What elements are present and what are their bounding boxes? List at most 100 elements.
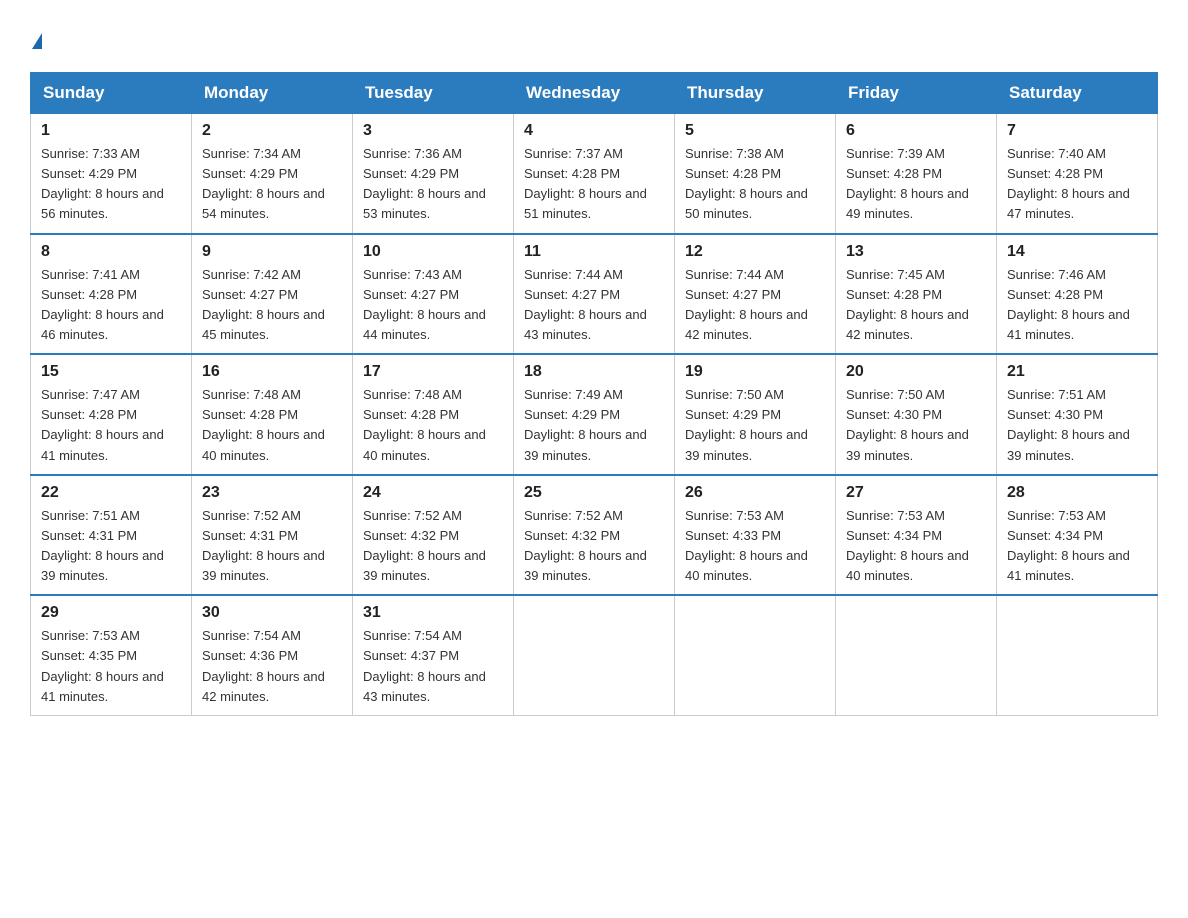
day-info: Sunrise: 7:51 AMSunset: 4:30 PMDaylight:… [1007, 385, 1147, 466]
calendar-cell [514, 595, 675, 715]
calendar-cell: 9 Sunrise: 7:42 AMSunset: 4:27 PMDayligh… [192, 234, 353, 355]
calendar-cell: 31 Sunrise: 7:54 AMSunset: 4:37 PMDaylig… [353, 595, 514, 715]
day-number: 1 [41, 122, 181, 140]
calendar-week-4: 22 Sunrise: 7:51 AMSunset: 4:31 PMDaylig… [31, 475, 1158, 596]
calendar-cell: 12 Sunrise: 7:44 AMSunset: 4:27 PMDaylig… [675, 234, 836, 355]
calendar-cell: 18 Sunrise: 7:49 AMSunset: 4:29 PMDaylig… [514, 354, 675, 475]
header-thursday: Thursday [675, 73, 836, 114]
day-number: 11 [524, 243, 664, 261]
calendar-header-row: SundayMondayTuesdayWednesdayThursdayFrid… [31, 73, 1158, 114]
day-number: 22 [41, 484, 181, 502]
day-info: Sunrise: 7:37 AMSunset: 4:28 PMDaylight:… [524, 144, 664, 225]
day-number: 2 [202, 122, 342, 140]
header-wednesday: Wednesday [514, 73, 675, 114]
day-info: Sunrise: 7:53 AMSunset: 4:34 PMDaylight:… [846, 506, 986, 587]
day-number: 10 [363, 243, 503, 261]
calendar-cell: 29 Sunrise: 7:53 AMSunset: 4:35 PMDaylig… [31, 595, 192, 715]
day-number: 7 [1007, 122, 1147, 140]
day-info: Sunrise: 7:53 AMSunset: 4:34 PMDaylight:… [1007, 506, 1147, 587]
day-number: 15 [41, 363, 181, 381]
day-number: 17 [363, 363, 503, 381]
calendar-cell: 14 Sunrise: 7:46 AMSunset: 4:28 PMDaylig… [997, 234, 1158, 355]
day-number: 27 [846, 484, 986, 502]
day-number: 20 [846, 363, 986, 381]
header-sunday: Sunday [31, 73, 192, 114]
day-number: 12 [685, 243, 825, 261]
day-info: Sunrise: 7:39 AMSunset: 4:28 PMDaylight:… [846, 144, 986, 225]
day-info: Sunrise: 7:52 AMSunset: 4:32 PMDaylight:… [524, 506, 664, 587]
calendar-cell: 20 Sunrise: 7:50 AMSunset: 4:30 PMDaylig… [836, 354, 997, 475]
logo [30, 20, 42, 52]
day-info: Sunrise: 7:34 AMSunset: 4:29 PMDaylight:… [202, 144, 342, 225]
day-info: Sunrise: 7:49 AMSunset: 4:29 PMDaylight:… [524, 385, 664, 466]
calendar-cell: 16 Sunrise: 7:48 AMSunset: 4:28 PMDaylig… [192, 354, 353, 475]
day-number: 5 [685, 122, 825, 140]
day-info: Sunrise: 7:48 AMSunset: 4:28 PMDaylight:… [202, 385, 342, 466]
day-info: Sunrise: 7:54 AMSunset: 4:37 PMDaylight:… [363, 626, 503, 707]
day-number: 24 [363, 484, 503, 502]
day-info: Sunrise: 7:53 AMSunset: 4:33 PMDaylight:… [685, 506, 825, 587]
day-number: 26 [685, 484, 825, 502]
day-info: Sunrise: 7:47 AMSunset: 4:28 PMDaylight:… [41, 385, 181, 466]
calendar-cell: 21 Sunrise: 7:51 AMSunset: 4:30 PMDaylig… [997, 354, 1158, 475]
calendar-cell: 25 Sunrise: 7:52 AMSunset: 4:32 PMDaylig… [514, 475, 675, 596]
calendar-week-1: 1 Sunrise: 7:33 AMSunset: 4:29 PMDayligh… [31, 114, 1158, 234]
calendar-cell: 13 Sunrise: 7:45 AMSunset: 4:28 PMDaylig… [836, 234, 997, 355]
header-saturday: Saturday [997, 73, 1158, 114]
day-info: Sunrise: 7:52 AMSunset: 4:32 PMDaylight:… [363, 506, 503, 587]
header-friday: Friday [836, 73, 997, 114]
calendar-cell [997, 595, 1158, 715]
calendar-cell: 26 Sunrise: 7:53 AMSunset: 4:33 PMDaylig… [675, 475, 836, 596]
header-tuesday: Tuesday [353, 73, 514, 114]
calendar-cell: 5 Sunrise: 7:38 AMSunset: 4:28 PMDayligh… [675, 114, 836, 234]
day-info: Sunrise: 7:48 AMSunset: 4:28 PMDaylight:… [363, 385, 503, 466]
calendar-cell: 3 Sunrise: 7:36 AMSunset: 4:29 PMDayligh… [353, 114, 514, 234]
day-number: 6 [846, 122, 986, 140]
calendar-cell: 19 Sunrise: 7:50 AMSunset: 4:29 PMDaylig… [675, 354, 836, 475]
day-number: 31 [363, 604, 503, 622]
day-number: 14 [1007, 243, 1147, 261]
calendar-table: SundayMondayTuesdayWednesdayThursdayFrid… [30, 72, 1158, 716]
day-number: 16 [202, 363, 342, 381]
day-info: Sunrise: 7:45 AMSunset: 4:28 PMDaylight:… [846, 265, 986, 346]
day-info: Sunrise: 7:41 AMSunset: 4:28 PMDaylight:… [41, 265, 181, 346]
day-info: Sunrise: 7:51 AMSunset: 4:31 PMDaylight:… [41, 506, 181, 587]
day-number: 30 [202, 604, 342, 622]
day-info: Sunrise: 7:36 AMSunset: 4:29 PMDaylight:… [363, 144, 503, 225]
logo-row1 [30, 20, 42, 52]
calendar-cell: 15 Sunrise: 7:47 AMSunset: 4:28 PMDaylig… [31, 354, 192, 475]
page-header [30, 20, 1158, 52]
day-number: 23 [202, 484, 342, 502]
day-info: Sunrise: 7:42 AMSunset: 4:27 PMDaylight:… [202, 265, 342, 346]
calendar-week-5: 29 Sunrise: 7:53 AMSunset: 4:35 PMDaylig… [31, 595, 1158, 715]
day-number: 9 [202, 243, 342, 261]
calendar-cell: 28 Sunrise: 7:53 AMSunset: 4:34 PMDaylig… [997, 475, 1158, 596]
calendar-week-2: 8 Sunrise: 7:41 AMSunset: 4:28 PMDayligh… [31, 234, 1158, 355]
day-number: 21 [1007, 363, 1147, 381]
calendar-cell: 8 Sunrise: 7:41 AMSunset: 4:28 PMDayligh… [31, 234, 192, 355]
calendar-cell: 2 Sunrise: 7:34 AMSunset: 4:29 PMDayligh… [192, 114, 353, 234]
calendar-cell: 17 Sunrise: 7:48 AMSunset: 4:28 PMDaylig… [353, 354, 514, 475]
day-info: Sunrise: 7:54 AMSunset: 4:36 PMDaylight:… [202, 626, 342, 707]
calendar-cell: 22 Sunrise: 7:51 AMSunset: 4:31 PMDaylig… [31, 475, 192, 596]
calendar-cell [675, 595, 836, 715]
day-info: Sunrise: 7:53 AMSunset: 4:35 PMDaylight:… [41, 626, 181, 707]
calendar-cell: 23 Sunrise: 7:52 AMSunset: 4:31 PMDaylig… [192, 475, 353, 596]
day-info: Sunrise: 7:44 AMSunset: 4:27 PMDaylight:… [524, 265, 664, 346]
day-number: 29 [41, 604, 181, 622]
day-number: 25 [524, 484, 664, 502]
day-info: Sunrise: 7:44 AMSunset: 4:27 PMDaylight:… [685, 265, 825, 346]
day-number: 3 [363, 122, 503, 140]
header-monday: Monday [192, 73, 353, 114]
calendar-cell: 4 Sunrise: 7:37 AMSunset: 4:28 PMDayligh… [514, 114, 675, 234]
calendar-cell: 27 Sunrise: 7:53 AMSunset: 4:34 PMDaylig… [836, 475, 997, 596]
day-number: 18 [524, 363, 664, 381]
calendar-cell: 1 Sunrise: 7:33 AMSunset: 4:29 PMDayligh… [31, 114, 192, 234]
day-number: 4 [524, 122, 664, 140]
day-info: Sunrise: 7:33 AMSunset: 4:29 PMDaylight:… [41, 144, 181, 225]
calendar-cell: 6 Sunrise: 7:39 AMSunset: 4:28 PMDayligh… [836, 114, 997, 234]
calendar-cell: 10 Sunrise: 7:43 AMSunset: 4:27 PMDaylig… [353, 234, 514, 355]
calendar-cell: 30 Sunrise: 7:54 AMSunset: 4:36 PMDaylig… [192, 595, 353, 715]
day-info: Sunrise: 7:43 AMSunset: 4:27 PMDaylight:… [363, 265, 503, 346]
calendar-cell: 11 Sunrise: 7:44 AMSunset: 4:27 PMDaylig… [514, 234, 675, 355]
